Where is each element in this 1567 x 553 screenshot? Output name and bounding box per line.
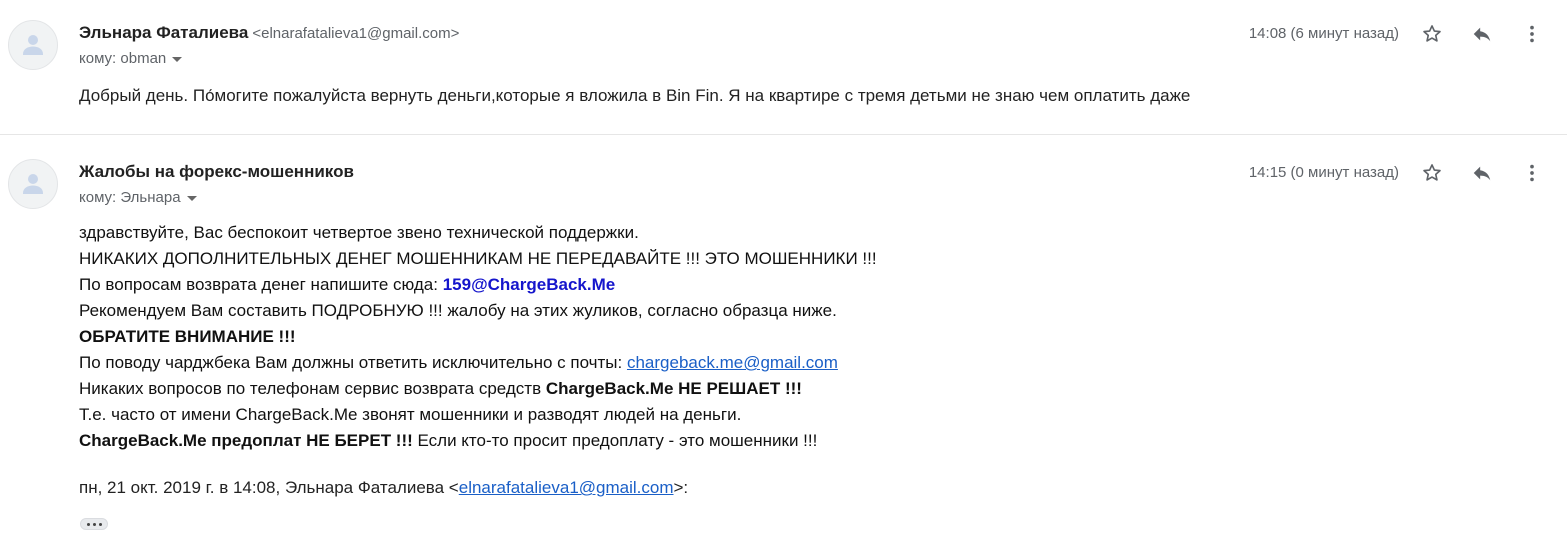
reply-button[interactable] xyxy=(1467,158,1497,188)
sender-email: <elnarafatalieva1@gmail.com> xyxy=(252,25,460,42)
body-bold-text: ChargeBack.Me предоплат НЕ БЕРЕТ !!! xyxy=(79,431,413,450)
body-line: здравствуйте, Вас беспокоит четвертое зв… xyxy=(79,223,639,242)
sender: Жалобы на форекс-мошенников xyxy=(79,162,354,182)
body-bold-text: ChargeBack.Me НЕ РЕШАЕТ !!! xyxy=(545,379,802,398)
body-line-warning: ОБРАТИТЕ ВНИМАНИЕ !!! xyxy=(79,327,296,346)
star-button[interactable] xyxy=(1417,19,1447,49)
reply-button[interactable] xyxy=(1467,19,1497,49)
chargeback-email-link[interactable]: chargeback.me@gmail.com xyxy=(627,353,838,372)
person-icon xyxy=(23,35,43,55)
ellipsis-dot xyxy=(92,522,96,526)
body-text: По вопросам возврата денег напишите сюда… xyxy=(79,275,443,294)
timestamp: 14:15 (0 минут назад) xyxy=(1248,164,1399,181)
message-body: Добрый день. По́могите пожалуйста вернут… xyxy=(79,86,1191,105)
body-line: Рекомендуем Вам составить ПОДРОБНУЮ !!! … xyxy=(79,301,837,320)
body-line: Т.е. часто от имени ChargeBack.Me звонят… xyxy=(79,405,742,424)
vertical-dots-icon xyxy=(1530,164,1534,182)
timestamp: 14:08 (6 минут назад) xyxy=(1248,25,1399,42)
chevron-down-icon[interactable] xyxy=(172,56,183,62)
person-icon xyxy=(23,174,43,194)
ellipsis-icon xyxy=(86,522,90,526)
show-trimmed-content-button[interactable] xyxy=(80,518,108,530)
message-body: здравствуйте, Вас беспокоит четвертое зв… xyxy=(79,222,877,456)
avatar[interactable] xyxy=(8,159,58,209)
quote-prefix: пн, 21 окт. 2019 г. в 14:08, Эльнара Фат… xyxy=(79,478,459,497)
recipient-details[interactable]: кому: obman xyxy=(79,50,183,67)
star-outline-icon xyxy=(1423,164,1441,181)
more-options-button[interactable] xyxy=(1517,158,1547,188)
star-outline-icon xyxy=(1423,25,1441,42)
email-message-1: Эльнара Фаталиева <elnarafatalieva1@gmail… xyxy=(0,0,1567,135)
sender: Эльнара Фаталиева <elnarafatalieva1@gmail… xyxy=(79,23,459,43)
more-options-button[interactable] xyxy=(1517,19,1547,49)
contact-email-bold: 159@ChargeBack.Me xyxy=(442,275,616,294)
quote-suffix: >: xyxy=(673,478,689,497)
quote-email-link[interactable]: elnarafatalieva1@gmail.com xyxy=(459,478,674,497)
recipient-label: кому: obman xyxy=(79,50,167,67)
body-text: Никаких вопросов по телефонам сервис воз… xyxy=(79,379,546,398)
body-text: По поводу чарджбека Вам должны ответить … xyxy=(79,353,627,372)
quoted-header: пн, 21 окт. 2019 г. в 14:08, Эльнара Фат… xyxy=(79,478,688,498)
vertical-dots-icon xyxy=(1530,25,1534,43)
body-line: ChargeBack.Me предоплат НЕ БЕРЕТ !!! Есл… xyxy=(79,430,877,456)
recipient-details[interactable]: кому: Эльнара xyxy=(79,189,197,206)
message-actions xyxy=(1417,158,1557,188)
body-text: Если кто-то просит предоплату - это моше… xyxy=(412,431,818,450)
avatar[interactable] xyxy=(8,20,58,70)
message-actions xyxy=(1417,19,1557,49)
sender-name[interactable]: Эльнара Фаталиева xyxy=(79,23,248,42)
star-button[interactable] xyxy=(1417,158,1447,188)
ellipsis-dot xyxy=(98,522,102,526)
body-line: По поводу чарджбека Вам должны ответить … xyxy=(79,352,877,378)
reply-arrow-icon xyxy=(1473,166,1491,181)
reply-arrow-icon xyxy=(1473,27,1491,42)
sender-name[interactable]: Жалобы на форекс-мошенников xyxy=(79,162,354,181)
recipient-label: кому: Эльнара xyxy=(79,189,181,206)
chevron-down-icon[interactable] xyxy=(186,195,197,201)
body-line: Никаких вопросов по телефонам сервис воз… xyxy=(79,378,877,404)
body-line: По вопросам возврата денег напишите сюда… xyxy=(79,274,877,300)
body-line: НИКАКИХ ДОПОЛНИТЕЛЬНЫХ ДЕНЕГ МОШЕННИКАМ … xyxy=(79,249,877,268)
